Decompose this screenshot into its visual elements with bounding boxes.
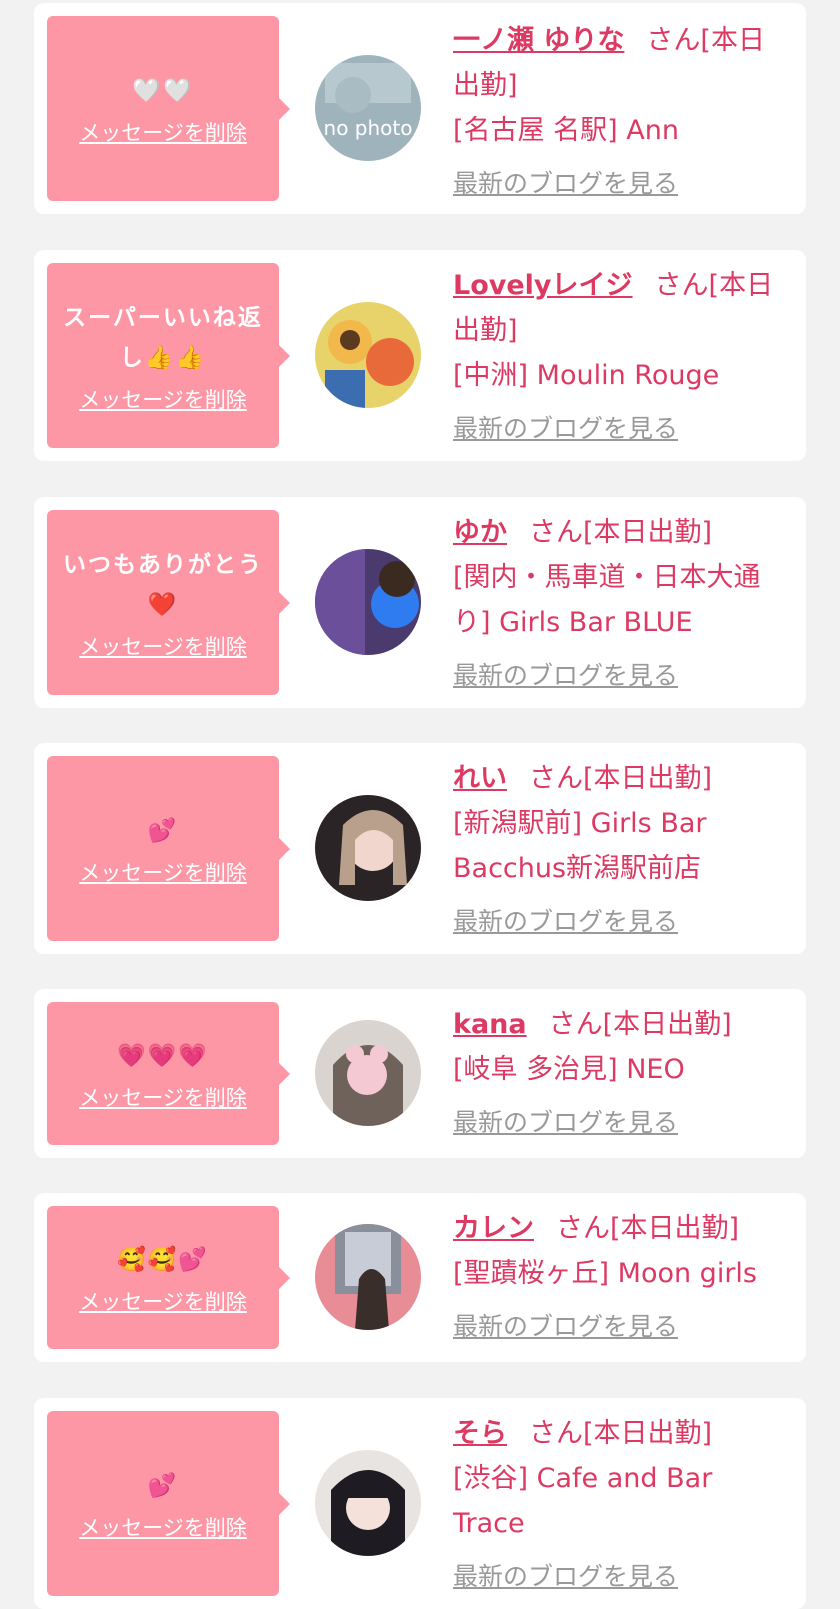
message-card: 🥰🥰💕 メッセージを削除 カレン さん[本日出勤] [聖蹟桜ヶ丘] Moon gi… xyxy=(34,1193,806,1362)
no-photo-label: no photo xyxy=(324,116,413,140)
user-info: ゆか さん[本日出勤] [関内・馬車道・日本大通り] Girls Bar BLUE… xyxy=(453,510,787,698)
user-name-link[interactable]: カレン xyxy=(453,1213,534,1244)
blog-link[interactable]: 最新のブログを見る xyxy=(453,161,787,206)
blog-link[interactable]: 最新のブログを見る xyxy=(453,1554,787,1599)
status-text: さん[本日出勤] xyxy=(529,1418,713,1449)
user-info: れい さん[本日出勤] [新潟駅前] Girls Bar Bacchus新潟駅前店… xyxy=(453,756,787,944)
status-text: さん[本日出勤] xyxy=(556,1213,740,1244)
message-card: いつもありがとう❤️ メッセージを削除 ゆか さん[本日出勤] [関内・馬車道・日… xyxy=(34,497,806,708)
message-bubble: 🥰🥰💕 メッセージを削除 xyxy=(47,1206,290,1349)
delete-message-link[interactable]: メッセージを削除 xyxy=(79,1512,247,1542)
message-card: 💕 メッセージを削除 れい さん[本日出勤] [新潟駅前] Girls Bar B… xyxy=(34,743,806,954)
message-bubble: 💗💗💗 メッセージを削除 xyxy=(47,1002,290,1145)
message-text: スーパーいいね返し👍👍 xyxy=(63,304,263,371)
user-name-link[interactable]: そら xyxy=(453,1418,507,1449)
avatar[interactable] xyxy=(315,1450,421,1556)
message-card: 💕 メッセージを削除 そら さん[本日出勤] [渋谷] Cafe and Bar … xyxy=(34,1398,806,1609)
shop-text: [新潟駅前] Girls Bar Bacchus新潟駅前店 xyxy=(453,808,707,884)
avatar[interactable] xyxy=(315,795,421,901)
user-info: 一ノ瀬 ゆりな さん[本日出勤] [名古屋 名駅] Ann 最新のブログを見る xyxy=(453,18,787,206)
avatar[interactable] xyxy=(315,549,421,655)
avatar[interactable] xyxy=(315,1224,421,1330)
shop-text: [渋谷] Cafe and Bar Trace xyxy=(453,1463,713,1539)
message-bubble: スーパーいいね返し👍👍 メッセージを削除 xyxy=(47,263,290,448)
user-info: そら さん[本日出勤] [渋谷] Cafe and Bar Trace 最新のブロ… xyxy=(453,1411,787,1599)
avatar[interactable] xyxy=(315,302,421,408)
user-info: kana さん[本日出勤] [岐阜 多治見] NEO 最新のブログを見る xyxy=(453,1002,787,1145)
user-info: カレン さん[本日出勤] [聖蹟桜ヶ丘] Moon girls 最新のブログを見る xyxy=(453,1206,787,1349)
user-name-link[interactable]: kana xyxy=(453,1009,527,1040)
message-text: 💕 xyxy=(147,817,179,844)
message-text: 🤍🤍 xyxy=(132,77,194,104)
blog-link[interactable]: 最新のブログを見る xyxy=(453,653,787,698)
user-name-link[interactable]: Lovelyレイジ xyxy=(453,270,633,301)
message-text: 💕 xyxy=(147,1472,179,1499)
message-bubble: 💕 メッセージを削除 xyxy=(47,1411,290,1596)
shop-text: [名古屋 名駅] Ann xyxy=(453,115,679,146)
message-bubble: 🤍🤍 メッセージを削除 xyxy=(47,16,290,201)
blog-link[interactable]: 最新のブログを見る xyxy=(453,406,787,451)
message-card: スーパーいいね返し👍👍 メッセージを削除 Lovelyレイジ さん[本日出勤] [… xyxy=(34,250,806,461)
delete-message-link[interactable]: メッセージを削除 xyxy=(79,1286,247,1316)
message-card: 💗💗💗 メッセージを削除 kana さん[本日出勤] [岐阜 多治見] NEO 最… xyxy=(34,989,806,1158)
avatar[interactable] xyxy=(315,1020,421,1126)
shop-text: [聖蹟桜ヶ丘] Moon girls xyxy=(453,1258,757,1289)
shop-text: [岐阜 多治見] NEO xyxy=(453,1054,685,1085)
blog-link[interactable]: 最新のブログを見る xyxy=(453,899,787,944)
delete-message-link[interactable]: メッセージを削除 xyxy=(79,1082,247,1112)
blog-link[interactable]: 最新のブログを見る xyxy=(453,1100,787,1145)
status-text: さん[本日出勤] xyxy=(529,763,713,794)
user-name-link[interactable]: れい xyxy=(453,763,507,794)
delete-message-link[interactable]: メッセージを削除 xyxy=(79,631,247,661)
message-text: 🥰🥰💕 xyxy=(117,1246,209,1273)
shop-text: [関内・馬車道・日本大通り] Girls Bar BLUE xyxy=(453,562,761,638)
user-name-link[interactable]: ゆか xyxy=(453,517,507,548)
message-bubble: 💕 メッセージを削除 xyxy=(47,756,290,941)
delete-message-link[interactable]: メッセージを削除 xyxy=(79,857,247,887)
avatar[interactable]: no photo xyxy=(315,55,421,161)
user-info: Lovelyレイジ さん[本日出勤] [中洲] Moulin Rouge 最新のブ… xyxy=(453,263,787,451)
message-card: 🤍🤍 メッセージを削除 no photo 一ノ瀬 ゆりな さん[本日出勤] [名古… xyxy=(34,3,806,214)
message-text: 💗💗💗 xyxy=(117,1042,209,1069)
status-text: さん[本日出勤] xyxy=(548,1009,732,1040)
user-name-link[interactable]: 一ノ瀬 ゆりな xyxy=(453,25,624,56)
message-bubble: いつもありがとう❤️ メッセージを削除 xyxy=(47,510,290,695)
delete-message-link[interactable]: メッセージを削除 xyxy=(79,117,247,147)
blog-link[interactable]: 最新のブログを見る xyxy=(453,1304,787,1349)
shop-text: [中洲] Moulin Rouge xyxy=(453,360,720,391)
delete-message-link[interactable]: メッセージを削除 xyxy=(79,384,247,414)
status-text: さん[本日出勤] xyxy=(529,517,713,548)
message-text: いつもありがとう❤️ xyxy=(63,551,263,618)
